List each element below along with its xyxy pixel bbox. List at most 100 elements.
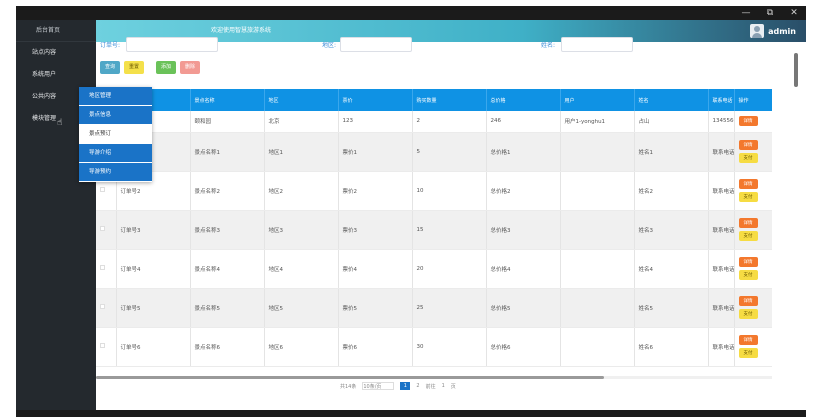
cell-price: 票价3 bbox=[338, 210, 413, 250]
name-input[interactable] bbox=[561, 37, 633, 52]
horizontal-scroll-thumb[interactable] bbox=[96, 376, 604, 379]
page-size-select[interactable]: 10条/页 bbox=[362, 382, 395, 390]
row-select-cell bbox=[96, 210, 117, 250]
detail-button[interactable]: 详情 bbox=[738, 179, 758, 189]
cell-total: 总价格3 bbox=[486, 210, 561, 250]
cell-area: 地区4 bbox=[264, 249, 339, 289]
detail-button[interactable]: 详情 bbox=[738, 335, 758, 345]
cell-phone: 联系电话 bbox=[708, 288, 735, 328]
pay-button[interactable]: 支付 bbox=[738, 153, 758, 163]
submenu-item-spot-info[interactable]: 景点信息 bbox=[79, 106, 152, 125]
row-actions: 详情 支付 bbox=[734, 327, 772, 367]
detail-button[interactable]: 详情 bbox=[738, 218, 758, 228]
row-checkbox[interactable] bbox=[100, 226, 105, 231]
table-row: 订单号1景点名称1地区1票价15总价格1姓名1联系电话详情支付 bbox=[96, 132, 772, 172]
sidebar-home[interactable]: 后台首页 bbox=[16, 20, 96, 42]
col-user: 用户 bbox=[560, 89, 635, 111]
detail-button[interactable]: 详情 bbox=[738, 257, 758, 267]
cell-qty: 15 bbox=[412, 210, 487, 250]
row-checkbox[interactable] bbox=[100, 265, 105, 270]
cell-phone: 联系电话 bbox=[708, 249, 735, 289]
cell-phone: 联系电话 bbox=[708, 132, 735, 172]
cell-spot: 景点名称6 bbox=[190, 327, 265, 367]
vertical-scrollbar[interactable] bbox=[794, 53, 798, 399]
search-bar: 订单号: 地区: 姓名: bbox=[100, 37, 633, 52]
row-actions: 详情 支付 bbox=[734, 132, 772, 172]
area-input[interactable] bbox=[340, 37, 412, 52]
row-actions: 详情 bbox=[734, 111, 773, 133]
reset-button[interactable]: 重置 bbox=[124, 61, 145, 74]
page-current[interactable]: 1 bbox=[400, 382, 411, 390]
area-label: 地区: bbox=[322, 42, 337, 49]
cell-spot: 景点名称1 bbox=[190, 132, 265, 172]
col-qty: 购买数量 bbox=[412, 89, 487, 111]
order-label: 订单号: bbox=[100, 42, 121, 49]
action-buttons: 查询 重置 添加 删除 bbox=[100, 61, 201, 74]
delete-button[interactable]: 删除 bbox=[180, 61, 201, 74]
orders-table-container: 订单号 景点名称 地区 票价 购买数量 总价格 用户 姓名 联系电话 操作 …5… bbox=[96, 89, 772, 374]
cell-qty: 30 bbox=[412, 327, 487, 367]
submenu-item-guide-intro[interactable]: 导游介绍 bbox=[79, 144, 152, 163]
table-header-row: 订单号 景点名称 地区 票价 购买数量 总价格 用户 姓名 联系电话 操作 bbox=[96, 89, 772, 111]
row-action-group: 详情 支付 bbox=[738, 296, 773, 319]
cell-price: 票价6 bbox=[338, 327, 413, 367]
orders-table: 订单号 景点名称 地区 票价 购买数量 总价格 用户 姓名 联系电话 操作 …5… bbox=[96, 89, 772, 367]
cell-area: 北京 bbox=[264, 111, 339, 133]
cell-user bbox=[560, 288, 635, 328]
submenu-item-spot-booking[interactable]: 景点预订 bbox=[79, 125, 152, 144]
name-label: 姓名: bbox=[541, 42, 556, 49]
col-price: 票价 bbox=[338, 89, 413, 111]
sidebar-item-site-content[interactable]: 站点内容 bbox=[16, 42, 96, 64]
row-action-group: 详情 bbox=[738, 116, 773, 127]
horizontal-scrollbar[interactable] bbox=[96, 376, 772, 379]
submenu-item-region[interactable]: 地区管理 bbox=[79, 87, 152, 106]
user-menu[interactable]: admin bbox=[750, 23, 796, 39]
detail-button[interactable]: 详情 bbox=[738, 140, 758, 150]
cell-spot: 景点名称4 bbox=[190, 249, 265, 289]
cell-user bbox=[560, 249, 635, 289]
page-next[interactable]: 2 bbox=[416, 383, 419, 389]
cell-area: 地区1 bbox=[264, 132, 339, 172]
pay-button[interactable]: 支付 bbox=[738, 231, 758, 241]
col-spot: 景点名称 bbox=[190, 89, 265, 111]
col-total: 总价格 bbox=[486, 89, 561, 111]
detail-button[interactable]: 详情 bbox=[738, 116, 758, 127]
detail-button[interactable]: 详情 bbox=[738, 296, 758, 306]
pager-goto-input[interactable]: 1 bbox=[442, 383, 445, 389]
submenu-item-guide-booking[interactable]: 导游预约 bbox=[79, 163, 152, 182]
row-checkbox[interactable] bbox=[100, 343, 105, 348]
cell-user: 用户1-yonghu1 bbox=[560, 111, 635, 133]
sidebar-item-system-users[interactable]: 系统用户 bbox=[16, 64, 96, 86]
cell-user bbox=[560, 171, 635, 211]
pay-button[interactable]: 支付 bbox=[738, 192, 758, 202]
cell-total: 总价格5 bbox=[486, 288, 561, 328]
row-action-group: 详情 支付 bbox=[738, 179, 773, 202]
row-checkbox[interactable] bbox=[100, 304, 105, 309]
cell-user bbox=[560, 327, 635, 367]
cell-qty: 10 bbox=[412, 171, 487, 211]
left-gutter bbox=[0, 0, 16, 417]
cell-spot: 颐和园 bbox=[190, 111, 265, 133]
cell-phone: 联系电话 bbox=[708, 171, 735, 211]
name-field: 姓名: bbox=[541, 37, 633, 52]
minimize-icon[interactable]: — bbox=[734, 6, 758, 20]
cell-total: 总价格1 bbox=[486, 132, 561, 172]
col-phone: 联系电话 bbox=[708, 89, 735, 111]
cell-total: 246 bbox=[486, 111, 561, 133]
row-actions: 详情 支付 bbox=[734, 288, 773, 328]
close-icon[interactable]: ✕ bbox=[782, 6, 806, 20]
row-actions: 详情 支付 bbox=[734, 249, 772, 289]
window-titlebar: — ⧉ ✕ bbox=[16, 6, 806, 20]
row-checkbox[interactable] bbox=[100, 187, 105, 192]
search-button[interactable]: 查询 bbox=[100, 61, 121, 74]
restore-icon[interactable]: ⧉ bbox=[758, 6, 782, 20]
vertical-scroll-thumb[interactable] bbox=[794, 53, 798, 87]
cell-qty: 2 bbox=[412, 111, 487, 133]
add-button[interactable]: 添加 bbox=[156, 61, 177, 74]
pay-button[interactable]: 支付 bbox=[738, 270, 758, 280]
order-input[interactable] bbox=[126, 37, 218, 52]
avatar-icon bbox=[750, 24, 765, 38]
pay-button[interactable]: 支付 bbox=[738, 309, 758, 319]
table-row: 订单号5 景点名称5 地区5 票价5 25 总价格5 姓名5 联系电话 详情 支付 bbox=[96, 288, 773, 328]
pay-button[interactable]: 支付 bbox=[738, 348, 758, 358]
